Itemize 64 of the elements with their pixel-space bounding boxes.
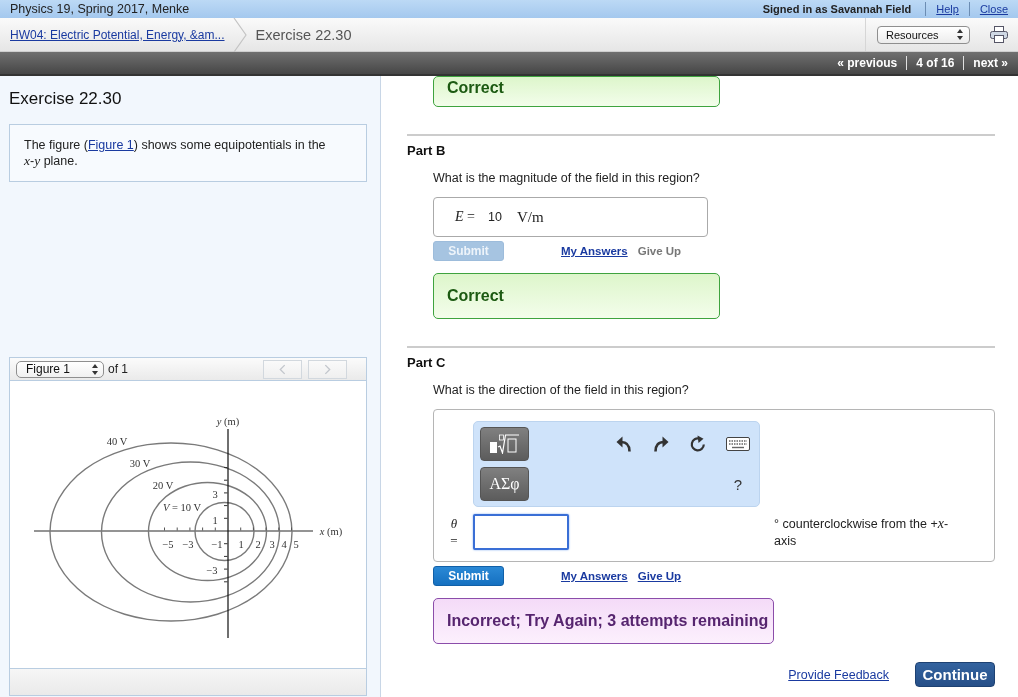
submit-button[interactable]: Submit — [433, 566, 504, 586]
undo-icon[interactable] — [616, 436, 632, 452]
feedback-message: Correct — [433, 76, 720, 107]
curve-label: V = 10 V — [162, 501, 202, 513]
answer-value: 10 — [487, 210, 502, 224]
part-title: Part B — [407, 143, 446, 159]
tick-label: 1 — [238, 538, 244, 550]
my-answers-link[interactable]: My Answers — [561, 570, 628, 582]
part-title: Part C — [407, 355, 446, 371]
curve-label: 30 V — [129, 457, 151, 469]
templates-button[interactable] — [480, 427, 529, 461]
continue-button[interactable]: Continue — [915, 662, 995, 687]
updown-arrows-icon — [957, 29, 963, 40]
course-title: Physics 19, Spring 2017, Menke — [10, 1, 190, 18]
tick-label: −3 — [206, 564, 218, 576]
assignment-link[interactable]: HW04: Electric Potential, Energy, &am... — [10, 27, 225, 42]
tick-label: 4 — [281, 538, 287, 550]
tick-label: −5 — [162, 538, 174, 550]
breadcrumb-current: Exercise 22.30 — [255, 26, 352, 43]
feedback-message: Correct — [433, 273, 720, 319]
signed-in-label: Signed in as Savannah Field — [762, 2, 912, 16]
previous-link[interactable]: « previous — [828, 56, 907, 70]
provide-feedback-link[interactable]: Provide Feedback — [788, 667, 889, 682]
answer-input[interactable] — [473, 514, 569, 550]
curve-label: 20 V — [152, 479, 174, 491]
tick-label: −3 — [182, 538, 194, 550]
axis-label: y (m) — [216, 415, 240, 427]
tick-label: 3 — [269, 538, 275, 550]
give-up-link[interactable]: Give Up — [637, 570, 682, 582]
printer-icon[interactable] — [990, 26, 1008, 43]
question-text: What is the direction of the field in this region? — [433, 382, 689, 398]
keyboard-icon[interactable] — [726, 437, 750, 451]
question-text: What is the magnitude of the field in this region? — [433, 170, 700, 186]
exercise-title: Exercise 22.30 — [9, 89, 122, 109]
page-position: 4 of 16 — [906, 56, 964, 70]
chevron-left-icon — [279, 363, 286, 375]
header-link[interactable]: Help — [925, 2, 969, 16]
radical-template-icon — [489, 434, 520, 454]
tick-label: 2 — [255, 538, 261, 550]
chevron-right-icon — [324, 363, 331, 375]
figure-link[interactable]: Figure 1 — [87, 138, 134, 152]
unit-label: ° counterclockwise from the +x-axis — [774, 514, 950, 550]
problem-statement: The figure (Figure 1) shows some equipotentials in the x-y plane. — [24, 137, 327, 169]
tick-label: −1 — [211, 538, 223, 550]
symbols-button[interactable]: ΑΣφ — [480, 467, 529, 501]
figure-count: of 1 — [108, 362, 128, 376]
next-link[interactable]: next » — [963, 56, 1008, 70]
tick-label: 5 — [293, 538, 299, 550]
header-link[interactable]: Close — [968, 2, 1008, 16]
variable-label: θ = — [449, 515, 459, 549]
figure-select[interactable]: Figure 1 — [16, 360, 104, 378]
resources-select[interactable]: Resources — [877, 25, 970, 44]
reset-icon[interactable] — [689, 435, 707, 453]
unit-label: V/m — [516, 208, 544, 226]
variable-label: E = — [455, 209, 475, 225]
curve-label: 40 V — [106, 435, 128, 447]
my-answers-link[interactable]: My Answers — [561, 245, 628, 257]
help-button[interactable]: ? — [733, 475, 743, 493]
feedback-message: Incorrect; Try Again; 3 attempts remaining — [433, 598, 774, 644]
tick-label: 1 — [212, 514, 218, 526]
axis-label: x (m) — [319, 525, 343, 537]
redo-icon[interactable] — [653, 436, 669, 452]
tick-label: 3 — [212, 488, 218, 500]
updown-arrows-icon — [92, 363, 98, 375]
